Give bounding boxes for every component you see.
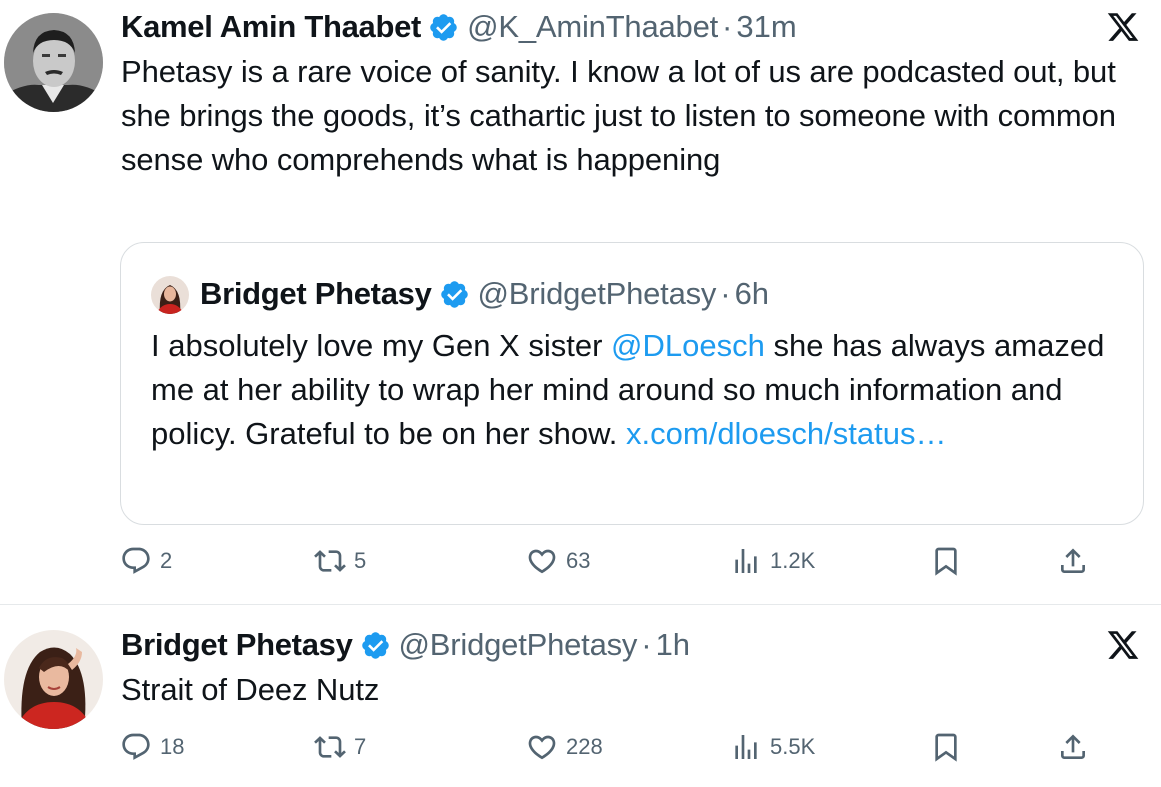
quote-text-part: I absolutely love my Gen X sister <box>151 328 612 363</box>
avatar-photo <box>4 13 103 112</box>
timestamp[interactable]: 1h <box>656 627 690 663</box>
mention-link[interactable]: @DLoesch <box>611 328 765 363</box>
tweet[interactable]: Kamel Amin Thaabet @K_AminThaabet · 31m … <box>0 0 1161 604</box>
like-icon <box>528 549 556 574</box>
tweet-text: Phetasy is a rare voice of sanity. I kno… <box>121 54 1116 177</box>
timestamp[interactable]: 31m <box>736 9 796 45</box>
tweet-text: Strait of Deez Nutz <box>121 672 380 707</box>
repost-button[interactable]: 7 <box>314 727 366 767</box>
avatar[interactable] <box>4 13 103 112</box>
repost-icon <box>314 550 346 572</box>
views-icon <box>735 735 757 759</box>
action-bar: 2 5 63 1.2K <box>120 541 1100 581</box>
repost-button[interactable]: 5 <box>314 541 366 581</box>
reply-count: 2 <box>160 548 173 573</box>
views-button[interactable]: 5.5K <box>730 727 815 767</box>
repost-count: 5 <box>354 548 367 573</box>
repost-icon <box>314 736 346 758</box>
like-button[interactable]: 63 <box>526 541 590 581</box>
verified-badge-icon <box>440 280 468 308</box>
share-icon <box>1061 734 1085 759</box>
avatar-photo <box>4 630 103 729</box>
views-count: 1.2K <box>770 548 816 573</box>
x-logo-icon <box>1107 631 1139 659</box>
author-name[interactable]: Bridget Phetasy <box>121 627 353 663</box>
separator-dot: · <box>641 627 652 662</box>
author-handle[interactable]: @K_AminThaabet <box>467 9 718 45</box>
views-button[interactable]: 1.2K <box>730 541 815 581</box>
verified-badge-icon <box>361 631 389 659</box>
quote-avatar[interactable] <box>151 276 189 314</box>
share-button[interactable] <box>1057 541 1089 581</box>
quote-text: I absolutely love my Gen X sister @DLoes… <box>151 324 1111 456</box>
quote-header: Bridget Phetasy @BridgetPhetasy · 6h <box>200 273 769 315</box>
reply-icon <box>122 547 150 574</box>
reply-button[interactable]: 2 <box>120 541 172 581</box>
like-count: 228 <box>566 734 603 759</box>
views-icon <box>735 549 757 573</box>
bookmark-icon <box>935 547 957 576</box>
quote-author-name[interactable]: Bridget Phetasy <box>200 276 432 312</box>
bookmark-icon <box>935 733 957 762</box>
status-link[interactable]: x.com/​dloesch/status… <box>626 416 946 451</box>
bookmark-button[interactable] <box>930 727 962 767</box>
x-logo-icon <box>1107 13 1139 41</box>
avatar[interactable] <box>4 630 103 729</box>
action-bar: 18 7 228 5.5K <box>120 727 1100 767</box>
verified-badge-icon <box>430 13 457 41</box>
author-handle[interactable]: @BridgetPhetasy <box>399 627 638 663</box>
like-count: 63 <box>566 548 591 573</box>
reply-count: 18 <box>160 734 185 759</box>
author-name[interactable]: Kamel Amin Thaabet <box>121 9 421 45</box>
reply-button[interactable]: 18 <box>120 727 184 767</box>
tweet-header: Bridget Phetasy @BridgetPhetasy · 1h <box>121 625 690 665</box>
separator-dot: · <box>722 9 733 44</box>
bookmark-button[interactable] <box>930 541 962 581</box>
quote-author-handle[interactable]: @BridgetPhetasy <box>478 276 717 312</box>
like-button[interactable]: 228 <box>526 727 603 767</box>
share-button[interactable] <box>1057 727 1089 767</box>
quote-timestamp[interactable]: 6h <box>735 276 769 312</box>
avatar-photo <box>151 276 189 314</box>
repost-count: 7 <box>354 734 367 759</box>
like-icon <box>528 735 556 760</box>
quoted-tweet[interactable]: Bridget Phetasy @BridgetPhetasy · 6h I a… <box>120 242 1144 525</box>
separator-dot: · <box>720 276 731 311</box>
tweet[interactable]: Bridget Phetasy @BridgetPhetasy · 1h Str… <box>0 605 1161 787</box>
views-count: 5.5K <box>770 734 816 759</box>
reply-icon <box>122 733 150 760</box>
tweet-header: Kamel Amin Thaabet @K_AminThaabet · 31m <box>121 7 797 47</box>
share-icon <box>1061 548 1085 573</box>
